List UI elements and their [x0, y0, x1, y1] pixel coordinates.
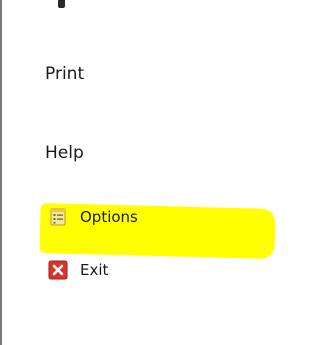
exit-menu-item[interactable]: Exit — [48, 260, 108, 280]
options-label: Options — [80, 208, 138, 226]
exit-label: Exit — [80, 261, 109, 279]
options-icon — [48, 207, 68, 227]
left-divider — [0, 0, 2, 345]
help-menu-item[interactable]: Help — [45, 142, 84, 164]
exit-icon — [48, 260, 68, 280]
cut-off-text-fragment — [58, 0, 65, 8]
print-menu-item[interactable]: Print — [45, 63, 84, 85]
options-menu-item[interactable]: Options — [48, 207, 138, 227]
